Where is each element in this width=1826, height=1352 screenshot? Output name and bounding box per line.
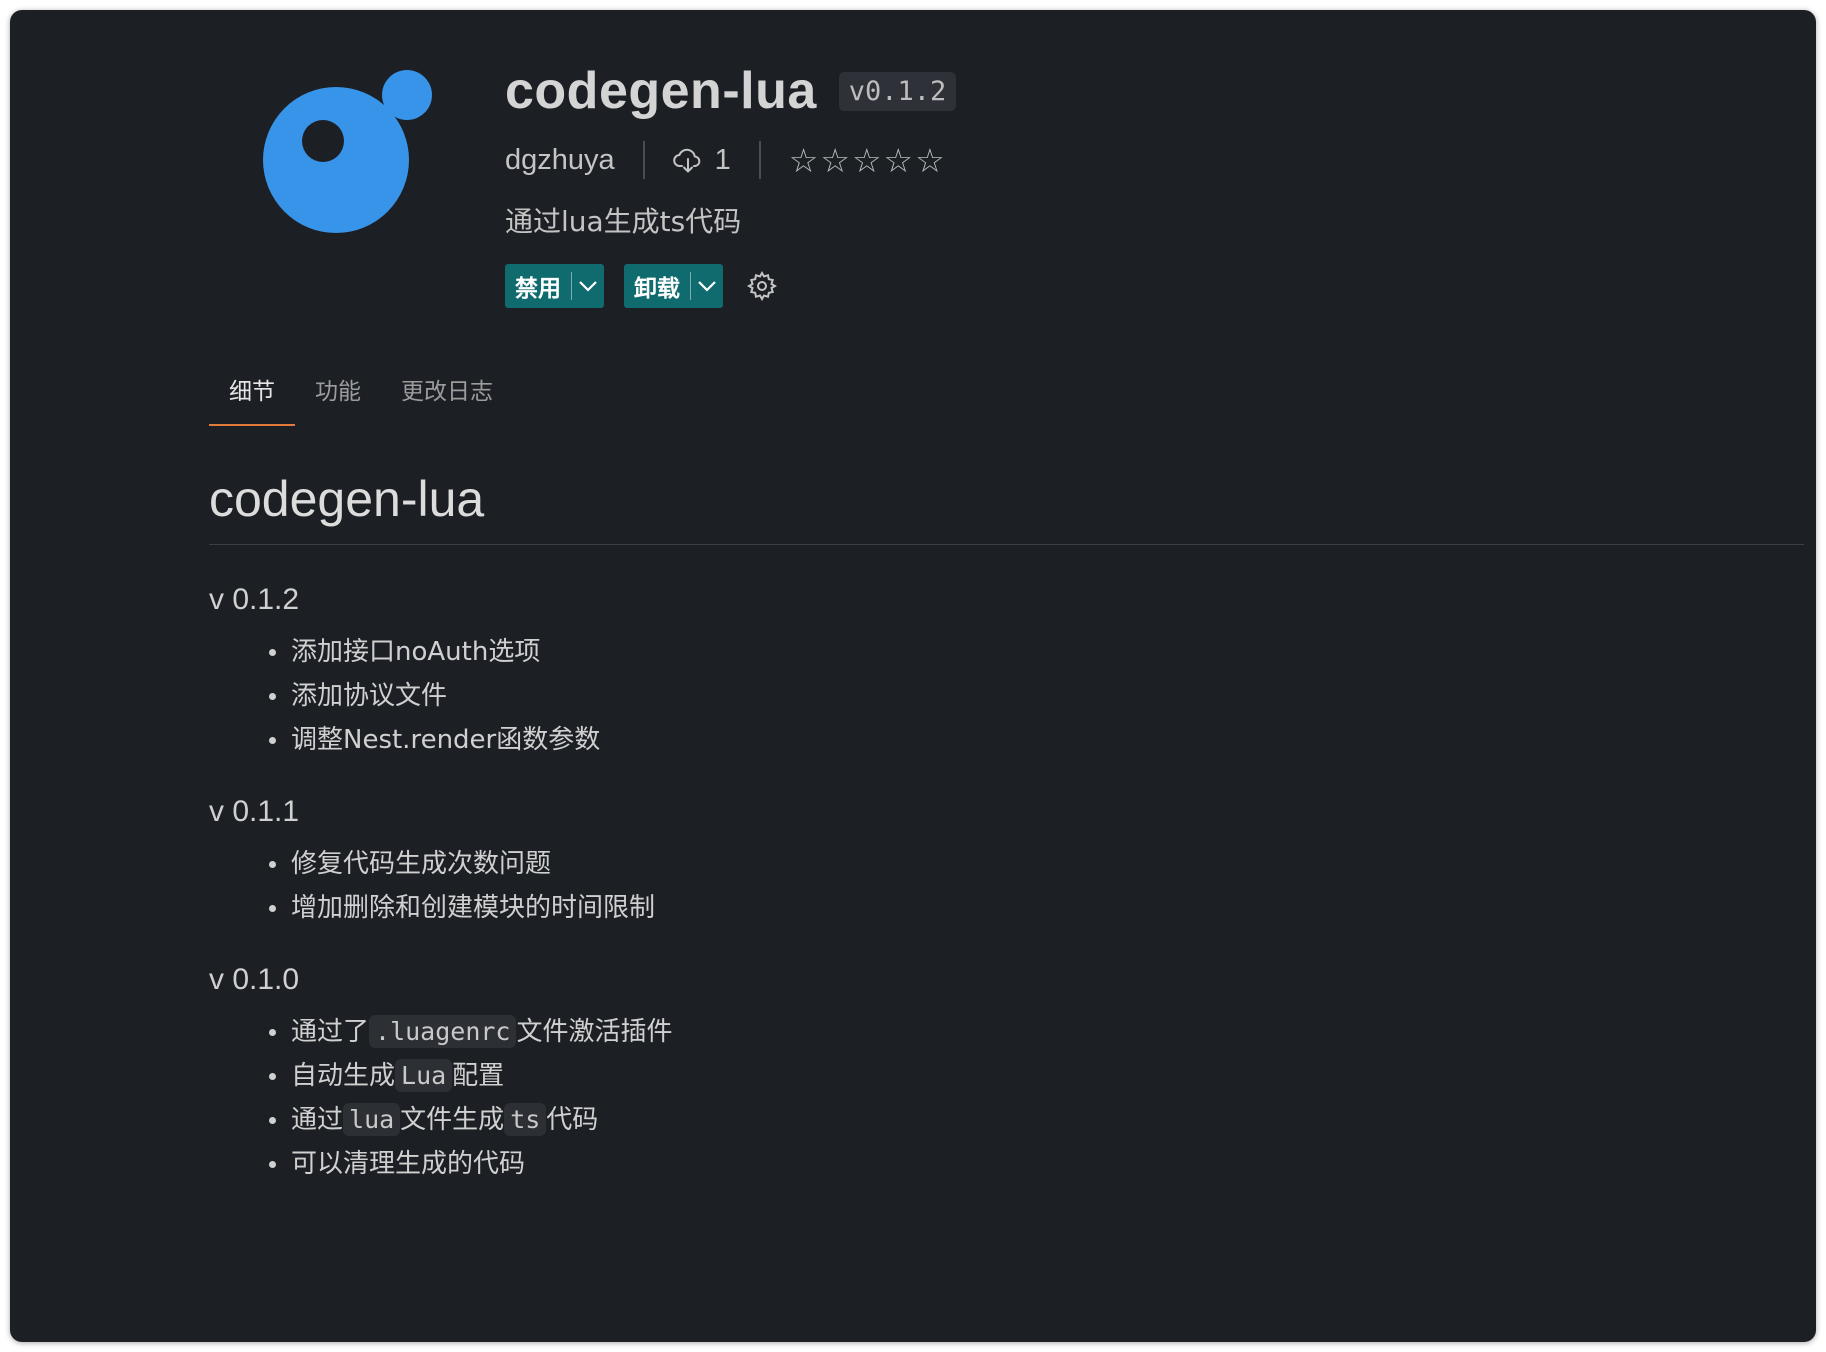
change-item: 添加协议文件 [269,681,1804,711]
inline-code: ts [504,1103,547,1136]
extension-description: 通过lua生成ts代码 [505,205,742,238]
release-version-heading: v 0.1.0 [209,963,300,996]
extension-detail-window: codegen-lua v0.1.2 dgzhuya 1 ☆☆☆☆☆ 通过lua… [10,10,1816,1342]
detail-tabs: 细节 功能 更改日志 [209,362,513,426]
uninstall-button[interactable]: 卸载 [624,264,690,308]
change-item: 可以清理生成的代码 [269,1149,1804,1179]
change-text: 可以清理生成的代码 [291,1149,526,1179]
cloud-download-icon [672,148,700,173]
uninstall-dropdown-button[interactable] [691,264,723,308]
change-text: 自动生成 [291,1061,396,1091]
disable-dropdown-button[interactable] [572,264,604,308]
change-text: 调整Nest.render函数参数 [291,725,601,755]
change-item: 修复代码生成次数问题 [269,849,1804,879]
install-count: 1 [672,143,731,177]
gear-icon [747,271,777,301]
change-text: 通过 [291,1105,344,1135]
change-text: 配置 [452,1061,505,1091]
version-badge: v0.1.2 [838,71,957,111]
extension-name: codegen-lua [505,62,817,120]
extension-header: codegen-lua v0.1.2 dgzhuya 1 ☆☆☆☆☆ 通过lua… [505,56,957,308]
change-text: 添加协议文件 [291,681,448,711]
disable-split-button: 禁用 [505,264,604,308]
change-text: 增加删除和创建模块的时间限制 [291,893,656,923]
tab-changelog[interactable]: 更改日志 [381,362,513,426]
change-text: 添加接口noAuth选项 [291,637,541,667]
release-version-heading: v 0.1.1 [209,795,300,828]
change-list: 通过了 .luagenrc 文件激活插件 自动生成 Lua 配置 通过 lua 文件生成 ts 代码… [209,1015,1804,1179]
tab-details[interactable]: 细节 [209,362,295,426]
change-text: 文件激活插件 [516,1017,673,1047]
change-text: 修复代码生成次数问题 [291,849,552,879]
change-item: 调整Nest.render函数参数 [269,725,1804,755]
readme-content: codegen-lua v 0.1.2 添加接口noAuth选项 添加协议文件调整N… [209,470,1804,1193]
release-section: v 0.1.2 添加接口noAuth选项 添加协议文件调整Nest.render函数… [209,583,1804,755]
release-section: v 0.1.1 修复代码生成次数问题增加删除和创建模块的时间限制 [209,795,1804,923]
inline-code: Lua [395,1059,453,1092]
install-count-value: 1 [714,143,731,176]
inline-code: lua [343,1103,401,1136]
publisher-link[interactable]: dgzhuya [505,144,615,177]
release-version-heading: v 0.1.2 [209,583,300,616]
meta-divider [642,141,645,179]
settings-button[interactable] [747,271,777,301]
release-section: v 0.1.0 通过了 .luagenrc 文件激活插件 自动生成 Lua 配置 通过 lua 文… [209,963,1804,1179]
tab-features[interactable]: 功能 [295,362,381,426]
change-item: 通过了 .luagenrc 文件激活插件 [269,1015,1804,1048]
action-bar: 禁用 卸载 [505,264,956,308]
change-text: 代码 [546,1105,599,1135]
uninstall-split-button: 卸载 [624,264,723,308]
change-text: 通过了 [291,1017,370,1047]
chevron-down-icon [698,281,716,292]
change-item: 添加接口noAuth选项 [269,637,1804,667]
release-list: v 0.1.2 添加接口noAuth选项 添加协议文件调整Nest.render函数… [209,583,1804,1179]
chevron-down-icon [579,281,597,292]
change-item: 通过 lua 文件生成 ts 代码 [269,1103,1804,1136]
change-text: 文件生成 [400,1105,505,1135]
change-list: 添加接口noAuth选项 添加协议文件调整Nest.render函数参数 [209,637,1804,755]
inline-code: .luagenrc [369,1015,517,1048]
change-item: 自动生成 Lua 配置 [269,1059,1804,1092]
readme-title: codegen-lua [209,470,1804,545]
change-list: 修复代码生成次数问题增加删除和创建模块的时间限制 [209,849,1804,923]
change-item: 增加删除和创建模块的时间限制 [269,893,1804,923]
meta-divider [758,141,761,179]
disable-button[interactable]: 禁用 [505,264,571,308]
rating-stars[interactable]: ☆☆☆☆☆ [789,141,947,180]
extension-logo-icon [263,70,432,233]
